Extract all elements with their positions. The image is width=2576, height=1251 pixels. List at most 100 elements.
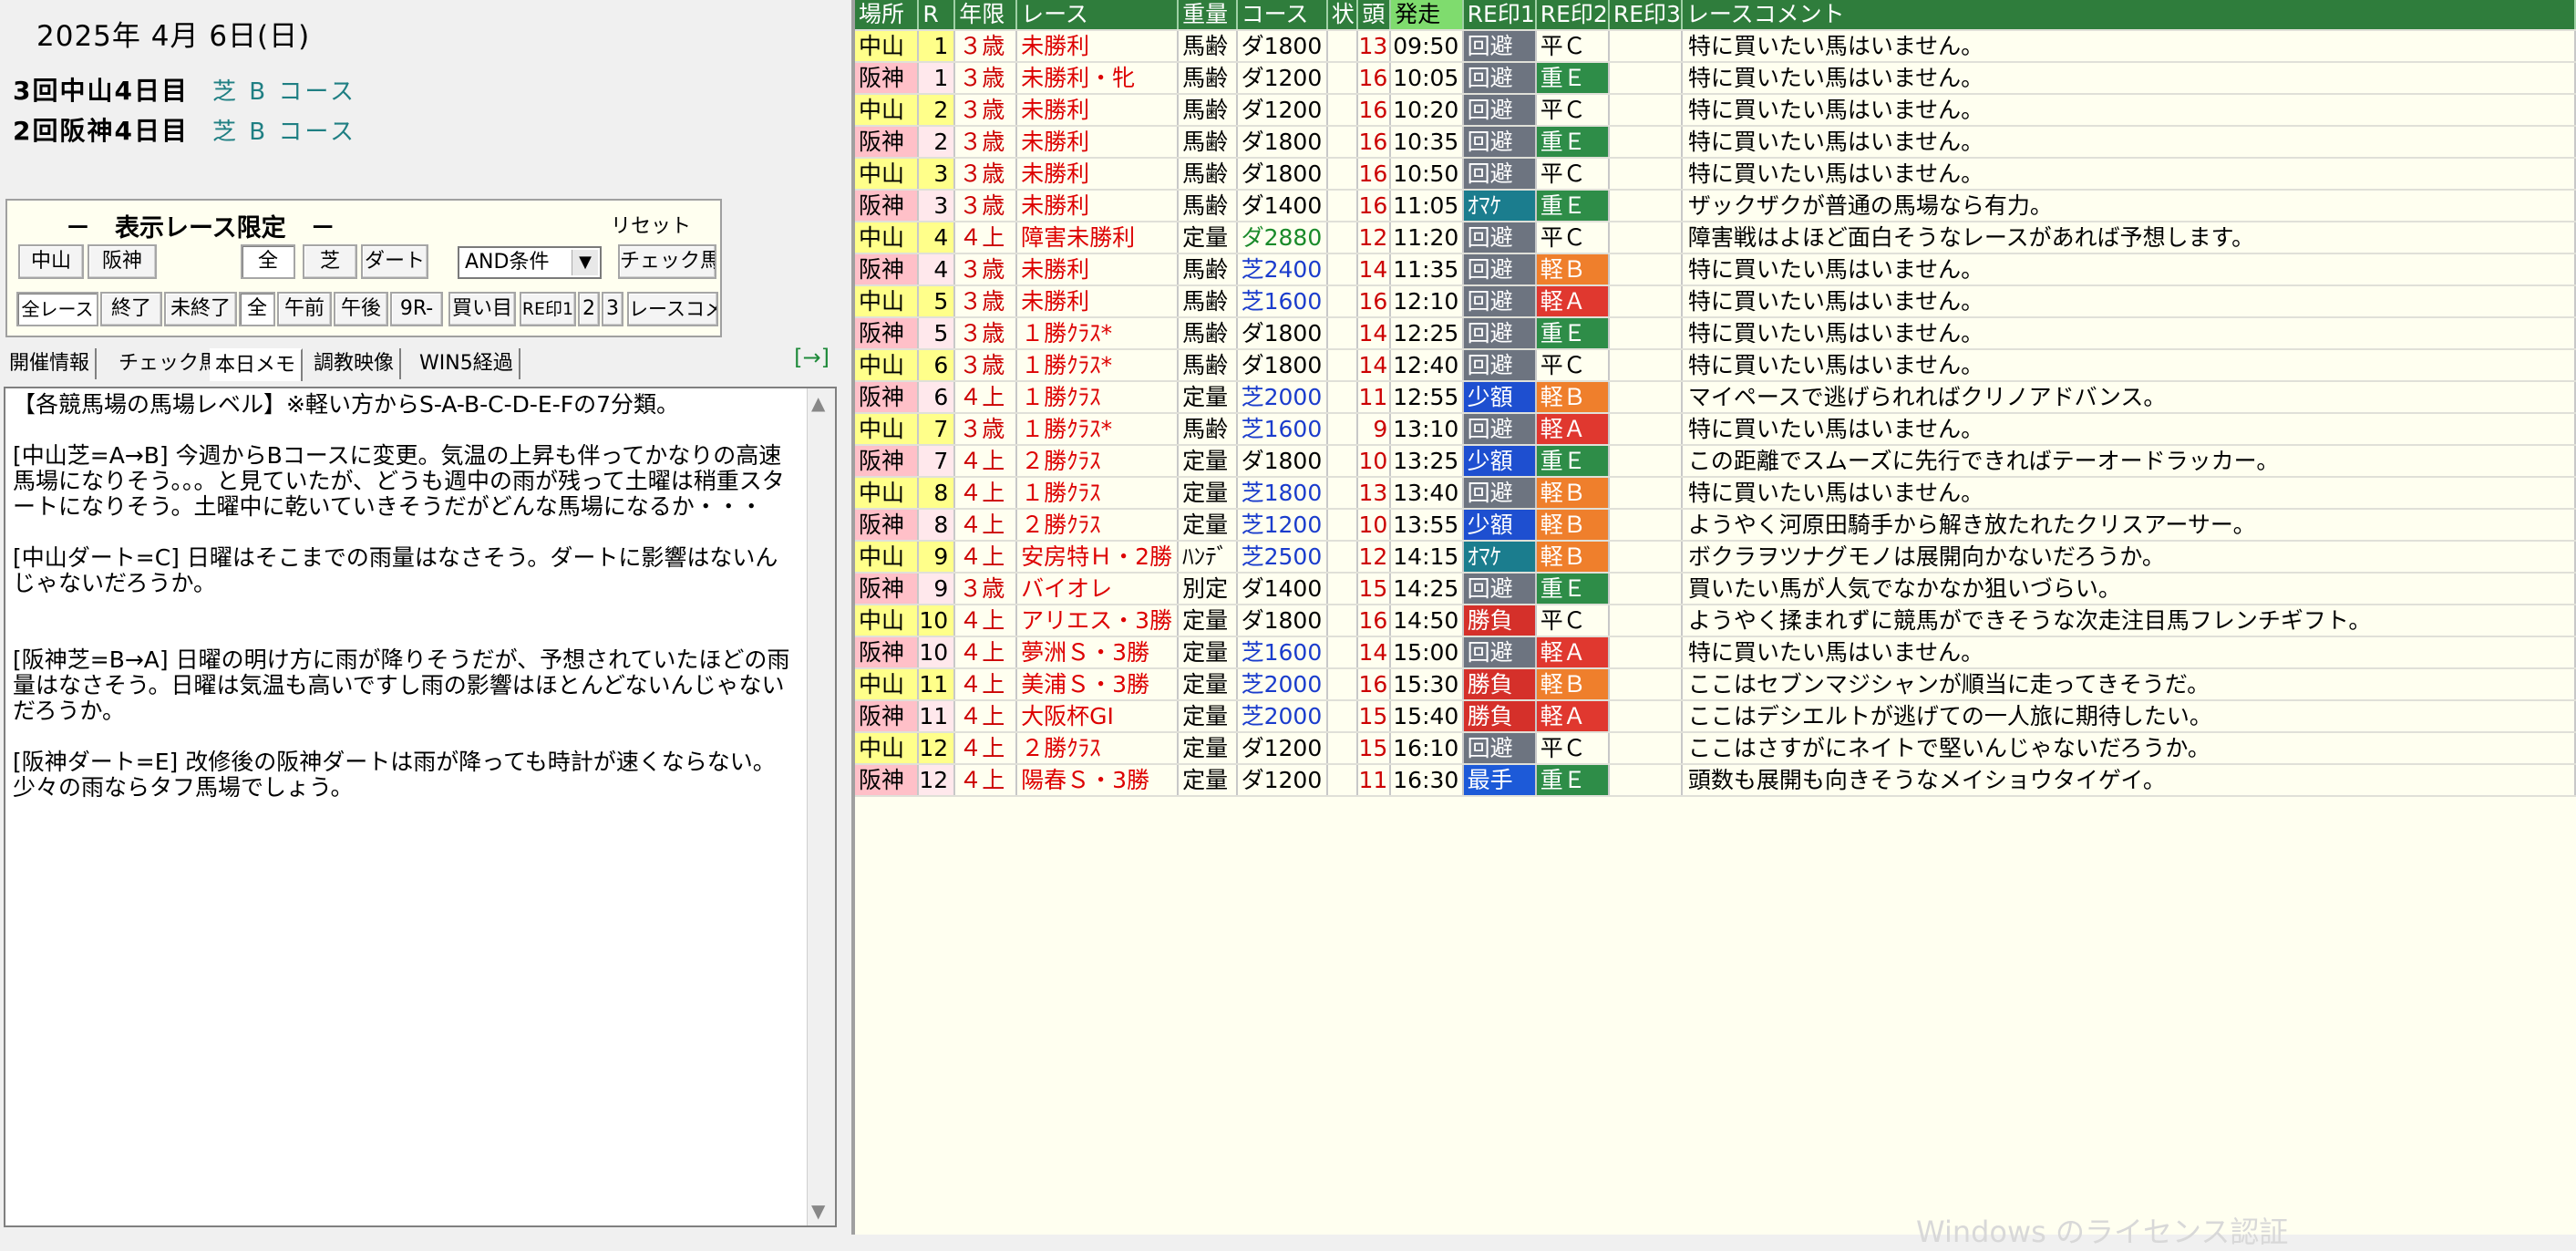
re-mark1-cell: 勝負 <box>1462 668 1537 701</box>
re-mark-badge: 回避 <box>1463 95 1534 124</box>
filter-dirt-button[interactable]: ダート <box>361 244 428 279</box>
table-row[interactable]: 中山 5 ３歳 未勝利 馬齢 芝1600 16 12:10 回避 軽Ａ 特に買いたい馬はいません。 <box>855 285 2576 318</box>
filter-re3-button[interactable]: 3 <box>602 292 623 326</box>
course-cell: ダ1800 <box>1236 30 1328 63</box>
column-header[interactable]: 場所 <box>855 0 920 31</box>
column-header[interactable]: レースコメント <box>1681 0 2576 31</box>
age-cell: ４上 <box>954 764 1018 797</box>
re-mark-badge: 平Ｃ <box>1536 605 1607 635</box>
table-row[interactable]: 阪神 12 ４上 陽春Ｓ・3勝 定量 ダ1200 11 16:30 最手 重Ｅ 頭数も展開も向きそう… <box>855 764 2576 797</box>
column-header[interactable]: 状 <box>1326 0 1359 31</box>
weight-cell: 馬齢 <box>1178 158 1238 191</box>
table-row[interactable]: 阪神 6 ４上 １勝ｸﾗｽ 定量 芝2000 11 12:55 少額 軽Ｂ マイペースで逃げられれば… <box>855 381 2576 414</box>
table-row[interactable]: 阪神 10 ４上 夢洲Ｓ・3勝 定量 芝1600 14 15:00 回避 軽Ａ 特に買いたい馬はいま… <box>855 636 2576 669</box>
column-header[interactable]: 発走 <box>1390 0 1464 31</box>
table-row[interactable]: 阪神 1 ３歳 未勝利・牝 馬齢 ダ1200 16 10:05 回避 重Ｅ 特に買いたい馬はいません… <box>855 62 2576 95</box>
re-mark-badge: 回避 <box>1463 31 1534 60</box>
re-mark-badge: 軽Ｂ <box>1536 254 1607 284</box>
table-row[interactable]: 阪神 5 ３歳 １勝ｸﾗｽ* 馬齢 ダ1800 14 12:25 回避 重Ｅ 特に買いたい馬はいませ… <box>855 317 2576 350</box>
column-header[interactable]: 年限 <box>954 0 1018 31</box>
table-row[interactable]: 中山 7 ３歳 １勝ｸﾗｽ* 馬齢 芝1600 9 13:10 回避 軽Ａ 特に買いたい馬はいません… <box>855 413 2576 446</box>
filter-afternoon-button[interactable]: 午後 <box>334 292 388 326</box>
heads-cell: 11 <box>1357 764 1392 797</box>
course-cell: 芝1600 <box>1236 413 1328 446</box>
re-mark2-cell: 軽Ｂ <box>1535 541 1610 574</box>
condition-select[interactable]: AND条件 ▼ <box>458 246 602 279</box>
table-row[interactable]: 阪神 7 ４上 ２勝ｸﾗｽ 定量 ダ1800 10 13:25 少額 重Ｅ この距離でスムーズに先行… <box>855 445 2576 478</box>
filter-all-surface-button[interactable]: 全 <box>241 244 295 279</box>
reset-link[interactable]: リセット <box>611 210 691 239</box>
re-mark-badge: 重Ｅ <box>1536 127 1607 156</box>
table-row[interactable]: 中山 9 ４上 安房特Ｈ・2勝 ﾊﾝﾃﾞ 芝2500 12 14:15 ｵﾏｹ 軽Ｂ ボクラヲツナグ… <box>855 541 2576 574</box>
scroll-down-icon[interactable]: ▼ <box>811 1200 825 1222</box>
table-row[interactable]: 阪神 2 ３歳 未勝利 馬齢 ダ1800 16 10:35 回避 重Ｅ 特に買いたい馬はいません。 <box>855 126 2576 159</box>
filter-hanshin-button[interactable]: 阪神 <box>88 244 157 279</box>
re-mark2-cell: 軽Ｂ <box>1535 668 1610 701</box>
filter-morning-button[interactable]: 午前 <box>277 292 332 326</box>
place-cell: 阪神 <box>855 509 920 542</box>
table-row[interactable]: 中山 12 ４上 ２勝ｸﾗｽ 定量 ダ1200 15 16:10 回避 平Ｃ ここはさすがにネイトで… <box>855 732 2576 765</box>
heads-cell: 16 <box>1357 190 1392 222</box>
tab-win5[interactable]: WIN5経過 <box>414 348 520 379</box>
heads-cell: 16 <box>1357 285 1392 318</box>
table-row[interactable]: 阪神 9 ３歳 バイオレ 別定 ダ1400 15 14:25 回避 重Ｅ 買いたい馬が人気でなかなか… <box>855 573 2576 605</box>
race-name-cell: ２勝ｸﾗｽ <box>1016 445 1180 478</box>
race-comment-cell: ザックザクが普通の馬場なら有力。 <box>1681 190 2576 222</box>
filter-nakayama-button[interactable]: 中山 <box>18 244 84 279</box>
tab-today-memo[interactable]: 本日メモ <box>210 348 304 381</box>
re-mark3-cell <box>1608 732 1683 765</box>
table-row[interactable]: 中山 10 ４上 アリエス・3勝 定量 ダ1800 16 14:50 勝負 平Ｃ ようやく揉まれずに… <box>855 605 2576 637</box>
table-row[interactable]: 中山 11 ４上 美浦Ｓ・3勝 定量 芝2000 16 15:30 勝負 軽Ｂ ここはセブンマジシャ… <box>855 668 2576 701</box>
filter-bets-button[interactable]: 買い目 <box>448 292 516 326</box>
filter-re1-button[interactable]: RE印1 <box>520 292 576 326</box>
re-mark3-cell <box>1608 509 1683 542</box>
column-header[interactable]: レース <box>1016 0 1180 31</box>
tab-event-info[interactable]: 開催情報 <box>4 348 98 379</box>
filter-race-comment-button[interactable]: レースコメ <box>627 292 718 326</box>
column-header[interactable]: RE印1 <box>1462 0 1537 31</box>
table-row[interactable]: 中山 4 ４上 障害未勝利 定量 ダ2880 12 11:20 回避 平Ｃ 障害戦はよほど面白そうな… <box>855 222 2576 254</box>
filter-unfinished-button[interactable]: 未終了 <box>164 292 237 326</box>
memo-textarea[interactable]: 【各競馬場の馬場レベル】※軽い方からS-A-B-C-D-E-Fの7分類。 [中山… <box>4 387 837 1227</box>
table-row[interactable]: 阪神 4 ３歳 未勝利 馬齢 芝2400 14 11:35 回避 軽Ｂ 特に買いたい馬はいません。 <box>855 253 2576 286</box>
table-row[interactable]: 中山 1 ３歳 未勝利 馬齢 ダ1800 13 09:50 回避 平Ｃ 特に買いたい馬はいません。 <box>855 30 2576 63</box>
scroll-up-icon[interactable]: ▲ <box>811 392 825 414</box>
table-row[interactable]: 中山 8 ４上 １勝ｸﾗｽ 定量 芝1800 13 13:40 回避 軽Ｂ 特に買いたい馬はいません… <box>855 477 2576 510</box>
table-row[interactable]: 中山 3 ３歳 未勝利 馬齢 ダ1800 16 10:50 回避 平Ｃ 特に買いたい馬はいません。 <box>855 158 2576 191</box>
column-header[interactable]: R <box>918 0 956 31</box>
table-row[interactable]: 阪神 3 ３歳 未勝利 馬齢 ダ1400 16 11:05 ｵﾏｹ 重Ｅ ザックザクが普通の馬場なら… <box>855 190 2576 222</box>
table-row[interactable]: 中山 6 ３歳 １勝ｸﾗｽ* 馬齢 ダ1800 14 12:40 回避 平Ｃ 特に買いたい馬はいませ… <box>855 349 2576 382</box>
re-mark1-cell: 回避 <box>1462 317 1537 350</box>
re-mark-badge: 回避 <box>1463 127 1534 156</box>
heads-cell: 16 <box>1357 94 1392 127</box>
table-row[interactable]: 阪神 8 ４上 ２勝ｸﾗｽ 定量 芝1200 10 13:55 少額 軽Ｂ ようやく河原田騎手から解… <box>855 509 2576 542</box>
race-comment-cell: ようやく揉まれずに競馬ができそうな次走注目馬フレンチギフト。 <box>1681 605 2576 637</box>
track-state-cell <box>1326 668 1359 701</box>
course-cell: 芝2500 <box>1236 541 1328 574</box>
filter-finished-button[interactable]: 終了 <box>100 292 162 326</box>
check-horse-button[interactable]: チェック馬 <box>618 244 716 279</box>
column-header[interactable]: RE印2 <box>1535 0 1610 31</box>
filter-all-races-button[interactable]: 全レース <box>16 292 98 326</box>
expand-arrow-icon[interactable]: [→] <box>794 345 829 370</box>
filter-all-time-button[interactable]: 全 <box>239 292 275 326</box>
age-cell: ３歳 <box>954 317 1018 350</box>
race-comment-cell: 特に買いたい馬はいません。 <box>1681 158 2576 191</box>
column-header[interactable]: RE印3 <box>1608 0 1683 31</box>
race-name-cell: 安房特Ｈ・2勝 <box>1016 541 1180 574</box>
re-mark1-cell: ｵﾏｹ <box>1462 541 1537 574</box>
column-header[interactable]: 頭 <box>1357 0 1392 31</box>
tab-training-video[interactable]: 調教映像 <box>308 348 402 379</box>
filter-9r-button[interactable]: 9R- <box>390 292 443 326</box>
race-comment-cell: ここはセブンマジシャンが順当に走ってきそうだ。 <box>1681 668 2576 701</box>
age-cell: ３歳 <box>954 126 1018 159</box>
column-header[interactable]: 重量 <box>1178 0 1238 31</box>
table-row[interactable]: 阪神 11 ４上 大阪杯GI 定量 芝2000 15 15:40 勝負 軽Ａ ここはデシエルトが逃げ… <box>855 700 2576 733</box>
memo-scrollbar[interactable]: ▲ ▼ <box>807 388 835 1225</box>
chevron-down-icon[interactable]: ▼ <box>572 250 598 275</box>
column-header[interactable]: コース <box>1236 0 1328 31</box>
filter-turf-button[interactable]: 芝 <box>303 244 357 279</box>
filter-re2-button[interactable]: 2 <box>578 292 600 326</box>
table-row[interactable]: 中山 2 ３歳 未勝利 馬齢 ダ1200 16 10:20 回避 平Ｃ 特に買いたい馬はいません。 <box>855 94 2576 127</box>
age-cell: ３歳 <box>954 62 1018 95</box>
